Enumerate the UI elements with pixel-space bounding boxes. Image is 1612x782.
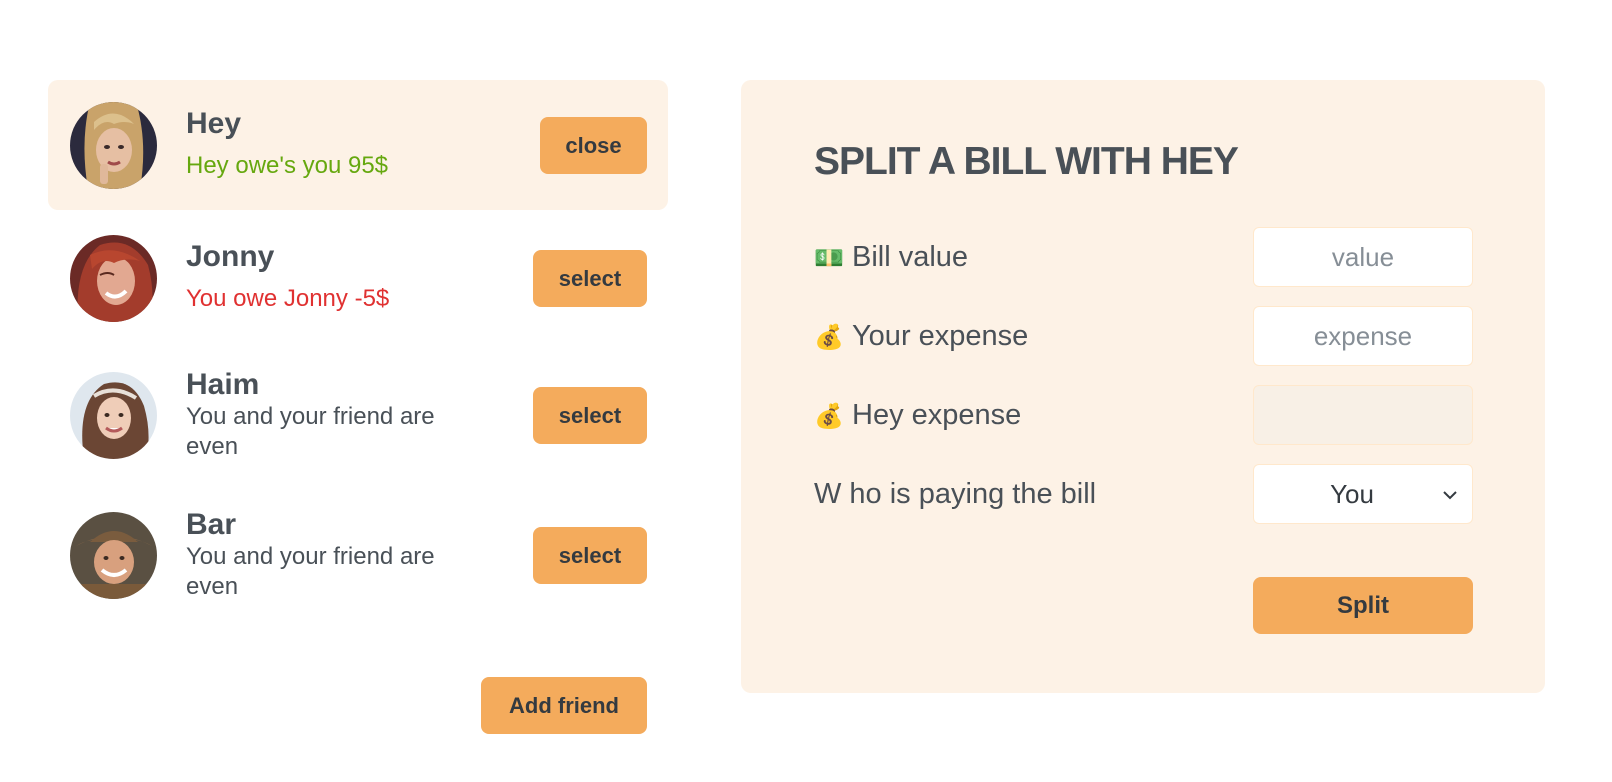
bill-value-row: 💵 Bill value — [814, 227, 1474, 289]
your-expense-label: 💰 Your expense — [814, 320, 1029, 352]
payer-label: W ho is paying the bill — [814, 478, 1097, 510]
select-button[interactable]: select — [533, 387, 647, 444]
money-bag-icon: 💰 — [814, 403, 844, 430]
friend-info: Bar You and your friend are even — [186, 508, 476, 602]
select-button[interactable]: select — [533, 250, 647, 307]
close-button[interactable]: close — [540, 117, 647, 174]
friend-expense-label: 💰 Hey expense — [814, 399, 1022, 431]
payer-selected-value: You — [1330, 478, 1374, 509]
avatar — [70, 372, 157, 459]
friend-balance: You owe Jonny -5$ — [186, 285, 390, 312]
split-bill-form: SPLIT A BILL WITH HEY 💵Bill value 💰Your … — [741, 80, 1545, 693]
friend-name: Haim — [186, 368, 260, 401]
friend-name: Bar — [186, 508, 237, 541]
friend-balance: Hey owe's you 95$ — [186, 152, 389, 179]
friend-info: Jonny You owe Jonny -5$ — [186, 240, 476, 314]
avatar — [70, 102, 157, 189]
bill-value-label: 💵 Bill value — [814, 241, 969, 273]
friend-info: Hey Hey owe's you 95$ — [186, 107, 476, 181]
friend-item: Jonny You owe Jonny -5$ select — [48, 213, 668, 343]
your-expense-row: 💰 Your expense — [814, 306, 1474, 368]
friend-balance: You and your friend are even — [186, 403, 435, 460]
payer-select[interactable]: You — [1253, 464, 1473, 524]
your-expense-input[interactable] — [1253, 306, 1473, 366]
friend-name: Jonny — [186, 240, 275, 273]
select-button[interactable]: select — [533, 527, 647, 584]
friend-info: Haim You and your friend are even — [186, 368, 476, 462]
form-title: SPLIT A BILL WITH HEY — [814, 140, 1239, 183]
avatar — [70, 512, 157, 599]
eat-n-split-app: Hey Hey owe's you 95$ close Jonny You ow… — [0, 0, 1612, 782]
banknote-icon: 💵 — [814, 245, 844, 272]
friend-item: Bar You and your friend are even select — [48, 490, 668, 620]
payer-row: W ho is paying the bill You — [814, 464, 1474, 526]
chevron-down-icon — [1443, 491, 1457, 500]
avatar — [70, 235, 157, 322]
money-bag-icon: 💰 — [814, 324, 844, 351]
friend-item: Haim You and your friend are even select — [48, 350, 668, 480]
friend-balance: You and your friend are even — [186, 543, 435, 600]
add-friend-button[interactable]: Add friend — [481, 677, 647, 734]
friend-expense-row: 💰 Hey expense — [814, 385, 1474, 447]
friend-name: Hey — [186, 107, 242, 140]
friend-item: Hey Hey owe's you 95$ close — [48, 80, 668, 210]
split-button[interactable]: Split — [1253, 577, 1473, 634]
bill-value-input[interactable] — [1253, 227, 1473, 287]
friend-expense-input — [1253, 385, 1473, 445]
